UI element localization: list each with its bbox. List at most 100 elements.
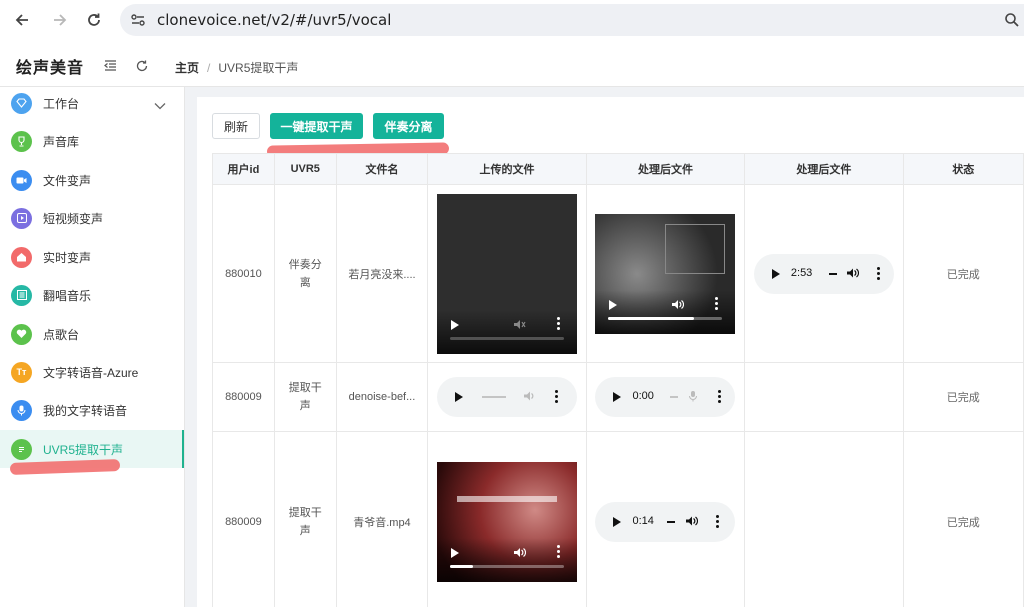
play-icon[interactable]	[771, 268, 780, 279]
video-player[interactable]	[595, 213, 736, 334]
more-options-icon[interactable]	[555, 390, 559, 405]
sidebar-item-label: 翻唱音乐	[43, 288, 92, 303]
sidebar-item-realtime[interactable]: 实时变声	[0, 238, 184, 276]
app-header: 绘声美音 主页 / UVR5提取干声	[0, 40, 1024, 87]
audio-time: 0:14	[632, 514, 654, 527]
play-icon[interactable]	[609, 299, 618, 310]
uploaded-file-cell	[427, 431, 587, 607]
audio-progress[interactable]	[482, 396, 507, 398]
table-row: 880010 伴奏分离 若月亮没来.... 2:53 已完成	[212, 184, 1024, 363]
play-icon[interactable]	[455, 392, 464, 402]
play-square-icon	[11, 207, 32, 229]
heart-icon	[11, 323, 32, 345]
video-icon	[11, 169, 32, 191]
sidebar-item-file-voice-change[interactable]: 文件变声	[0, 161, 184, 199]
video-controls	[595, 289, 736, 334]
more-options-icon[interactable]	[718, 390, 722, 405]
url-text: clonevoice.net/v2/#/uvr5/vocal	[157, 11, 392, 29]
chevron-down-icon	[154, 97, 166, 115]
more-options-icon[interactable]	[876, 266, 880, 282]
volume-icon[interactable]	[513, 319, 526, 333]
video-progress[interactable]	[450, 564, 565, 568]
refresh-button[interactable]: 刷新	[212, 113, 260, 139]
task-table: 用户id UVR5 文件名 上传的文件 处理后文件 处理后文件 状态 88001…	[212, 153, 1024, 607]
zoom-icon[interactable]	[1004, 12, 1020, 33]
play-icon[interactable]	[451, 547, 460, 558]
extract-vocal-button[interactable]: 一键提取干声	[270, 113, 363, 139]
processed-file-cell	[585, 184, 746, 363]
sidebar-item-song-request[interactable]: 点歌台	[0, 315, 184, 353]
uvr5-text: 提取干声	[288, 382, 322, 412]
sidebar-item-label: 文字转语音-Azure	[43, 365, 139, 380]
processed-file-cell: 2:53	[744, 184, 904, 363]
back-icon[interactable]	[12, 10, 32, 30]
sidebar-item-my-tts[interactable]: 我的文字转语音	[0, 391, 184, 429]
video-progress-fill	[450, 564, 473, 568]
audio-player[interactable]: 0:14	[595, 501, 736, 542]
diamond-icon	[11, 92, 32, 114]
sidebar-item-voice-library[interactable]: 声音库	[0, 122, 184, 160]
breadcrumb-home[interactable]: 主页	[175, 61, 199, 75]
doc-icon	[11, 438, 32, 460]
sidebar-item-tts-azure[interactable]: Tт 文字转语音-Azure	[0, 353, 184, 391]
filename-cell: 青爷音.mp4	[335, 431, 429, 607]
video-player[interactable]	[437, 461, 578, 582]
more-options-icon[interactable]	[715, 296, 719, 312]
sidebar-item-label: 声音库	[43, 134, 80, 149]
audio-time: 0:00	[632, 390, 654, 402]
site-settings-icon[interactable]	[130, 12, 146, 33]
column-header: 处理后文件	[585, 153, 746, 185]
volume-icon[interactable]	[523, 390, 536, 405]
uvr5-cell: 伴奏分离	[273, 184, 337, 363]
browser-toolbar: clonevoice.net/v2/#/uvr5/vocal	[0, 0, 1024, 40]
column-header: 状态	[902, 153, 1024, 185]
more-options-icon[interactable]	[716, 514, 720, 530]
audio-progress[interactable]	[670, 396, 679, 398]
text-icon: Tт	[11, 361, 32, 383]
audio-progress[interactable]	[667, 520, 676, 523]
volume-icon[interactable]	[685, 515, 699, 530]
video-controls	[437, 309, 578, 354]
trophy-icon	[11, 130, 32, 152]
refresh-icon[interactable]	[136, 59, 148, 77]
table-header-row: 用户id UVR5 文件名 上传的文件 处理后文件 处理后文件 状态	[212, 153, 1024, 185]
play-icon[interactable]	[613, 392, 622, 402]
more-options-icon[interactable]	[557, 316, 561, 332]
sidebar-item-label: 点歌台	[43, 327, 80, 342]
play-icon[interactable]	[613, 516, 622, 527]
audio-progress[interactable]	[828, 272, 837, 275]
sidebar-item-label: 工作台	[43, 96, 80, 111]
sidebar-item-workbench[interactable]: 工作台	[0, 84, 184, 122]
address-bar[interactable]: clonevoice.net/v2/#/uvr5/vocal	[120, 4, 1024, 36]
column-header: 文件名	[335, 153, 429, 185]
status-cell: 已完成	[902, 362, 1024, 432]
forward-icon[interactable]	[50, 10, 70, 30]
collapse-menu-icon[interactable]	[104, 58, 117, 76]
audio-player[interactable]: 2:53	[753, 253, 894, 294]
volume-icon[interactable]	[846, 267, 859, 282]
sidebar-item-cover-music[interactable]: 翻唱音乐	[0, 276, 184, 314]
uvr5-text: 提取干声	[288, 506, 322, 537]
volume-icon[interactable]	[671, 299, 685, 313]
video-progress[interactable]	[450, 336, 565, 340]
sidebar-item-short-video[interactable]: 短视频变声	[0, 199, 184, 237]
uploaded-file-cell	[427, 184, 587, 363]
reload-icon[interactable]	[84, 10, 104, 30]
video-progress[interactable]	[608, 316, 723, 320]
main-panel: 刷新 一键提取干声 伴奏分离 用户id UVR5 文件名 上传的文件 处理后文件…	[197, 97, 1024, 607]
sidebar-item-label: 实时变声	[43, 250, 92, 265]
play-icon[interactable]	[451, 319, 460, 330]
breadcrumb: 主页 / UVR5提取干声	[175, 59, 298, 76]
audio-player[interactable]: 0:00	[595, 377, 736, 417]
processed-file-cell: 0:14	[585, 431, 746, 607]
video-player[interactable]	[437, 193, 578, 354]
more-options-icon[interactable]	[557, 544, 561, 560]
uploaded-file-cell	[427, 362, 587, 432]
home-icon	[11, 246, 32, 268]
volume-icon[interactable]	[513, 547, 527, 561]
app-title: 绘声美音	[16, 60, 85, 77]
audio-player[interactable]	[437, 377, 578, 417]
uvr5-text: 伴奏分离	[288, 258, 322, 289]
mic-off-icon[interactable]	[687, 390, 699, 405]
separate-accompaniment-button[interactable]: 伴奏分离	[373, 113, 444, 139]
